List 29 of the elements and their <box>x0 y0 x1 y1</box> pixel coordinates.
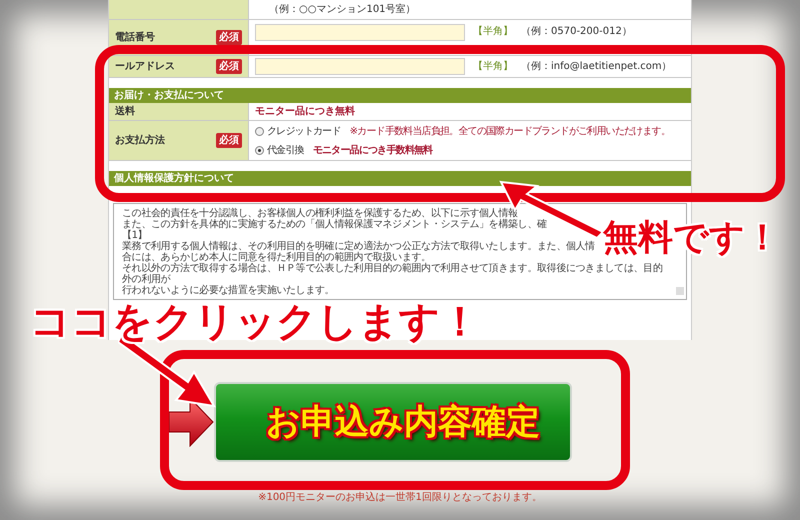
example-text: （例：0570-200-012） <box>521 25 632 39</box>
policy-text: 【1】 <box>122 230 148 241</box>
policy-text: また、この方針を具体的に実施するための「個人情報保護マネジメント・システム」を構築し、確 <box>122 219 548 230</box>
policy-text: 合には、あらかじめ本人に同意を得た利用目的の範囲内で取扱います。 <box>122 252 432 263</box>
required-badge: 必須 <box>216 59 242 74</box>
callout-text: 無料です！ <box>603 221 780 256</box>
field-label: 電話番号 <box>115 30 155 45</box>
policy-text: 行われないように必要な措置を実施いたします。 <box>122 285 336 296</box>
input-hint: 【半角】 <box>473 60 513 74</box>
submit-button[interactable]: お申込み内容確定 <box>214 382 572 462</box>
option-note: モニター品につき手数料無料 <box>312 144 432 158</box>
option-label: 代金引換 <box>267 144 304 158</box>
example-text: （例：○○マンション101号室） <box>269 2 416 17</box>
footnote-text: ※100円モニターのお申込は一世帯1回限りとなっております。 <box>257 490 543 505</box>
required-badge: 必須 <box>216 133 242 148</box>
section-header: 個人情報保護方針について <box>109 171 691 186</box>
shipping-value: モニター品につき無料 <box>255 104 355 119</box>
section-header: お届け・お支払について <box>109 88 691 103</box>
callout-text: ココをクリックします！ <box>30 302 480 342</box>
field-label: 送料 <box>115 104 135 119</box>
field-label: お支払方法 <box>115 133 165 148</box>
field-label: ールアドレス <box>115 60 175 74</box>
input-hint: 【半角】 <box>473 24 513 39</box>
option-note: ※カード手数料当店負担。全ての国際カードブランドがご利用いただけます。 <box>350 124 670 138</box>
option-label: クレジットカード <box>267 124 341 138</box>
policy-text: それ以外の方法で取得する場合は、ＨＰ等で公表した利用目的の範囲内で利用させて頂きます。取得後につきましては、目的外の利用が <box>122 263 664 285</box>
policy-text: 業務で利用する個人情報は、その利用目的を明確に定め適法かつ公正な方法で取得いたします。また、個人情 <box>122 241 596 252</box>
required-badge: 必須 <box>216 30 242 45</box>
example-text: （例：info@laetitienpet.com） <box>521 60 672 74</box>
